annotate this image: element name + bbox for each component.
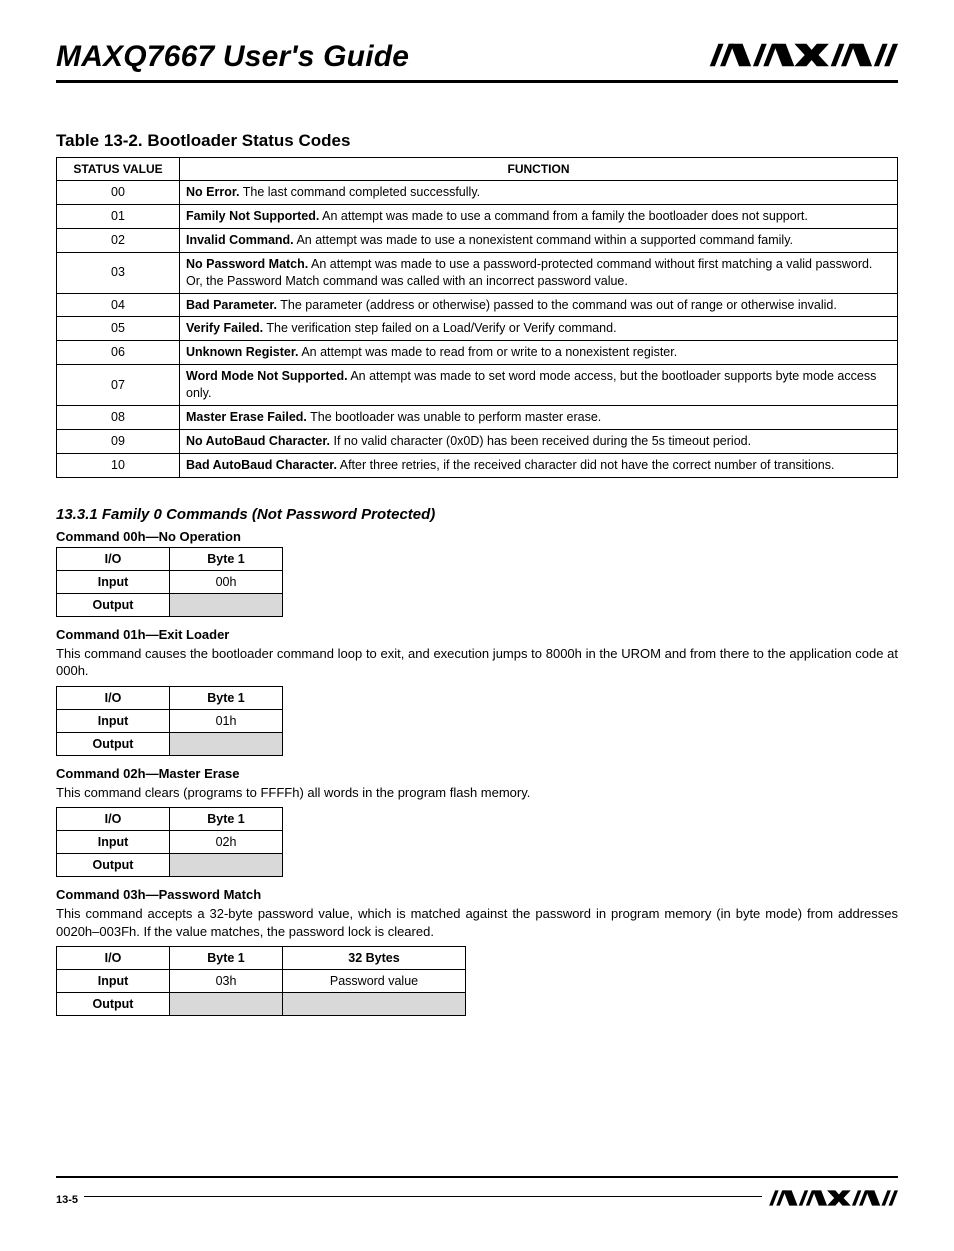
status-col-function: FUNCTION — [180, 158, 898, 181]
cmd03-desc: This command accepts a 32-byte password … — [56, 905, 898, 940]
input-32bytes: Password value — [283, 970, 466, 993]
col-io: I/O — [57, 686, 170, 709]
col-byte1: Byte 1 — [170, 947, 283, 970]
footer-rule — [56, 1176, 898, 1178]
row-output: Output — [57, 993, 170, 1016]
row-input: Input — [57, 709, 170, 732]
cmd00-heading: Command 00h—No Operation — [56, 529, 898, 544]
output-32bytes-empty — [283, 993, 466, 1016]
input-byte1: 02h — [170, 831, 283, 854]
status-desc: Master Erase Failed. The bootloader was … — [180, 405, 898, 429]
status-code: 07 — [57, 365, 180, 406]
status-desc: Verify Failed. The verification step fai… — [180, 317, 898, 341]
status-table-title: Table 13-2. Bootloader Status Codes — [56, 131, 898, 151]
col-byte1: Byte 1 — [170, 547, 283, 570]
row-output: Output — [57, 854, 170, 877]
status-code: 01 — [57, 205, 180, 229]
col-io: I/O — [57, 808, 170, 831]
row-output: Output — [57, 732, 170, 755]
status-code: 09 — [57, 429, 180, 453]
status-desc: Bad Parameter. The parameter (address or… — [180, 293, 898, 317]
status-desc: Invalid Command. An attempt was made to … — [180, 228, 898, 252]
input-byte1: 00h — [170, 570, 283, 593]
status-code: 04 — [57, 293, 180, 317]
output-byte1-empty — [170, 732, 283, 755]
header-rule — [56, 80, 898, 83]
output-byte1-empty — [170, 854, 283, 877]
page-header: MAXQ7667 User's Guide — [56, 40, 898, 74]
cmd01-table: I/O Byte 1 Input 01h Output — [56, 686, 283, 756]
col-io: I/O — [57, 547, 170, 570]
page-footer: 13-5 — [56, 1188, 898, 1211]
status-code: 06 — [57, 341, 180, 365]
cmd03-heading: Command 03h—Password Match — [56, 887, 898, 902]
page-number: 13-5 — [56, 1194, 78, 1206]
input-byte1: 03h — [170, 970, 283, 993]
status-desc: Unknown Register. An attempt was made to… — [180, 341, 898, 365]
status-code: 00 — [57, 181, 180, 205]
status-desc: No AutoBaud Character. If no valid chara… — [180, 429, 898, 453]
row-output: Output — [57, 593, 170, 616]
output-byte1-empty — [170, 593, 283, 616]
input-byte1: 01h — [170, 709, 283, 732]
col-io: I/O — [57, 947, 170, 970]
document-title: MAXQ7667 User's Guide — [56, 40, 409, 74]
section-heading: 13.3.1 Family 0 Commands (Not Password P… — [56, 506, 898, 523]
status-code: 02 — [57, 228, 180, 252]
row-input: Input — [57, 831, 170, 854]
status-desc: Word Mode Not Supported. An attempt was … — [180, 365, 898, 406]
status-col-value: STATUS VALUE — [57, 158, 180, 181]
status-desc: No Password Match. An attempt was made t… — [180, 252, 898, 293]
cmd00-table: I/O Byte 1 Input 00h Output — [56, 547, 283, 617]
status-desc: Family Not Supported. An attempt was mad… — [180, 205, 898, 229]
cmd01-desc: This command causes the bootloader comma… — [56, 645, 898, 680]
status-desc: Bad AutoBaud Character. After three retr… — [180, 453, 898, 477]
cmd02-desc: This command clears (programs to FFFFh) … — [56, 784, 898, 802]
cmd03-table: I/O Byte 1 32 Bytes Input 03h Password v… — [56, 946, 466, 1016]
maxim-logo-icon — [708, 41, 898, 74]
status-code: 03 — [57, 252, 180, 293]
row-input: Input — [57, 970, 170, 993]
col-32bytes: 32 Bytes — [283, 947, 466, 970]
status-code: 05 — [57, 317, 180, 341]
cmd02-table: I/O Byte 1 Input 02h Output — [56, 807, 283, 877]
cmd02-heading: Command 02h—Master Erase — [56, 766, 898, 781]
status-code: 10 — [57, 453, 180, 477]
status-desc: No Error. The last command completed suc… — [180, 181, 898, 205]
footer-line — [84, 1196, 762, 1197]
bootloader-status-table: STATUS VALUE FUNCTION 00No Error. The la… — [56, 157, 898, 478]
maxim-logo-icon — [768, 1188, 898, 1211]
output-byte1-empty — [170, 993, 283, 1016]
cmd01-heading: Command 01h—Exit Loader — [56, 627, 898, 642]
col-byte1: Byte 1 — [170, 686, 283, 709]
status-code: 08 — [57, 405, 180, 429]
row-input: Input — [57, 570, 170, 593]
col-byte1: Byte 1 — [170, 808, 283, 831]
